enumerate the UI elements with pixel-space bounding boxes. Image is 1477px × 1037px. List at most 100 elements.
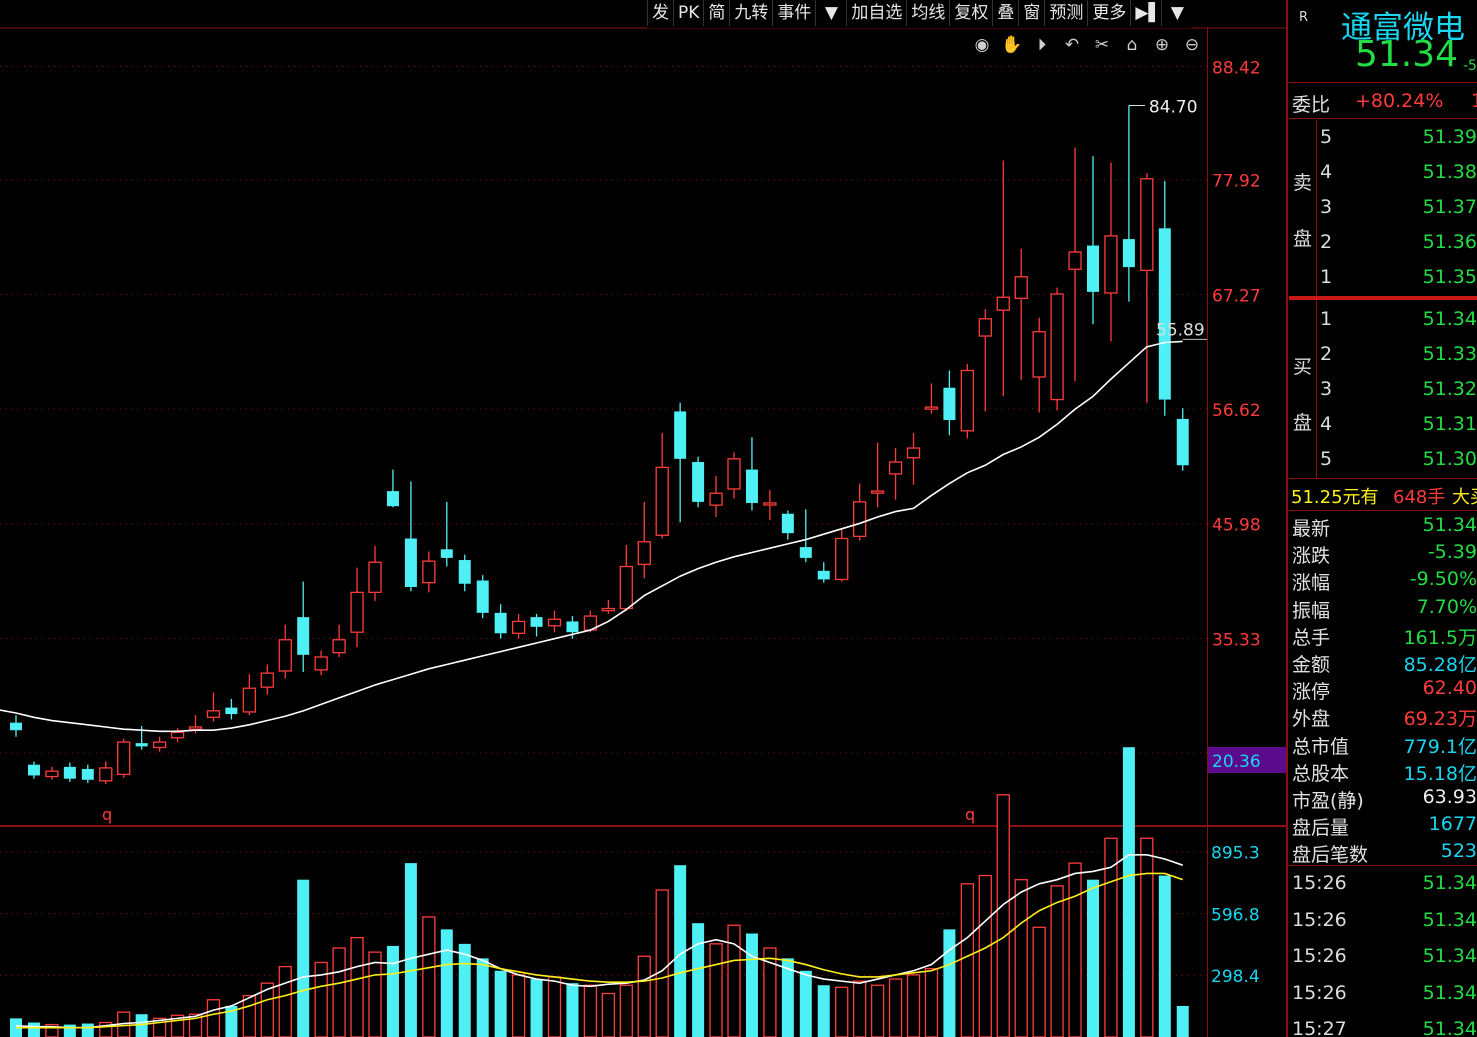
volume-bar	[511, 974, 526, 1037]
candle-body	[960, 369, 974, 432]
sell-level[interactable]: 2 51.36	[1289, 231, 1477, 257]
stat-value: 69.23万	[1403, 708, 1477, 731]
candle-body	[870, 490, 885, 494]
candle-body	[494, 612, 507, 634]
big-order-row: 51.25元有 648手 大买	[1289, 483, 1477, 509]
volume-bar	[1122, 747, 1135, 1037]
volume-bar	[422, 916, 436, 1037]
scissors-icon[interactable]: ✂	[1090, 33, 1114, 57]
volume-bar	[978, 874, 992, 1037]
candle-body	[835, 537, 849, 581]
lock-icon[interactable]: ⌂	[1120, 33, 1144, 57]
candle-body	[27, 764, 40, 776]
toolbar-more-button[interactable]: 更多	[1087, 0, 1130, 26]
candle-body	[332, 639, 346, 654]
volume-bar	[709, 943, 723, 1037]
volume-bar	[242, 994, 257, 1037]
candle-body	[10, 722, 22, 731]
buy-level[interactable]: 5 51.30	[1289, 448, 1477, 474]
tick-time: 15:26	[1292, 872, 1347, 894]
play-icon[interactable]: ⏵	[1030, 33, 1054, 57]
toolbar-overlay-button[interactable]: 叠	[992, 0, 1018, 26]
toolbar-forecast-button[interactable]: 预测	[1044, 0, 1087, 26]
candle-body	[943, 387, 956, 421]
volume-bar	[440, 929, 453, 1037]
buy-level[interactable]: 3 51.32	[1289, 378, 1477, 404]
big-order-volume: 648手	[1393, 487, 1446, 508]
eye-icon[interactable]: ◉	[970, 33, 994, 57]
candle-body	[297, 617, 310, 655]
stat-value: 62.40	[1422, 677, 1477, 700]
weibi-label: 委比	[1292, 94, 1331, 116]
volume-axis-label: 895.3	[1211, 844, 1260, 864]
stat-label: 外盘	[1292, 708, 1331, 731]
buy-level[interactable]: 1 51.34	[1289, 308, 1477, 334]
stat-label: 最新	[1292, 518, 1331, 540]
volume-bar	[655, 889, 669, 1037]
candle-body	[188, 726, 203, 730]
candle-body	[1087, 245, 1099, 292]
tick-time: 15:26	[1292, 981, 1347, 1004]
dropdown-arrow-icon[interactable]: ▼	[1161, 0, 1192, 26]
toolbar-pk-button[interactable]: PK	[673, 0, 703, 26]
candle-body	[978, 318, 992, 337]
tick-price: 51.34	[1422, 1018, 1477, 1037]
volume-bar	[206, 999, 221, 1037]
kline-chart[interactable]: 88.4277.9267.2756.6245.9835.3324.6820.36…	[0, 0, 1288, 1037]
sell-level[interactable]: 4 51.38	[1289, 161, 1477, 187]
candle-body	[888, 461, 903, 475]
badge-r: R	[1299, 10, 1309, 25]
hand-icon[interactable]: ✋	[1000, 33, 1024, 57]
sell-level[interactable]: 1 51.35	[1289, 266, 1477, 292]
toolbar-fa-button[interactable]: 发	[647, 0, 673, 26]
volume-bar	[81, 1023, 94, 1037]
candle-body	[1014, 276, 1028, 299]
stat-value: 7.70%	[1416, 595, 1477, 618]
volume-bar	[727, 924, 741, 1037]
sell-level[interactable]: 3 51.37	[1289, 196, 1477, 222]
current-price-marker: 20.36	[1212, 752, 1261, 772]
toolbar-simple-button[interactable]: 简	[703, 0, 729, 26]
candle-body	[45, 770, 59, 778]
tick-time: 15:26	[1292, 908, 1347, 931]
candle-body	[637, 541, 651, 566]
stat-label: 总手	[1292, 626, 1331, 649]
toolbar-adjust-button[interactable]: 复权	[949, 0, 992, 26]
buy-level[interactable]: 2 51.33	[1289, 343, 1477, 369]
toolbar-ma-button[interactable]: 均线	[906, 0, 949, 26]
undo-icon[interactable]: ↶	[1060, 33, 1084, 57]
volume-bar	[619, 984, 633, 1037]
chart-tools: ◉ ✋ ⏵ ↶ ✂ ⌂ ⊕ ⊖	[970, 33, 1204, 57]
tick-price: 51.34	[1422, 981, 1477, 1004]
candle-body	[242, 687, 257, 713]
toolbar-add-watchlist-button[interactable]: 加自选	[846, 0, 906, 26]
ma-value-label: 55.89	[1156, 320, 1205, 340]
tick-time: 15:26	[1292, 945, 1347, 967]
stat-row: 外盘 69.23万	[1289, 704, 1477, 730]
toolbar-window-button[interactable]: 窗	[1018, 0, 1044, 26]
candle-body	[727, 458, 741, 490]
candle-body	[817, 570, 830, 580]
candle-body	[225, 707, 238, 715]
book-divider	[1289, 296, 1477, 300]
dropdown-arrow-icon[interactable]: ▼	[815, 0, 846, 26]
volume-bar	[350, 936, 364, 1037]
stat-label: 总股本	[1292, 762, 1350, 785]
weibi-row: 委比 +80.24% 1	[1289, 90, 1477, 116]
volume-bar	[1158, 875, 1171, 1037]
toolbar-jiuzhuan-button[interactable]: 九转	[729, 0, 772, 26]
stat-label: 总市值	[1292, 735, 1350, 758]
toolbar-events-button[interactable]: 事件	[772, 0, 815, 26]
candle-body	[1158, 228, 1171, 400]
zoom-out-icon[interactable]: ⊖	[1180, 33, 1204, 57]
zoom-in-icon[interactable]: ⊕	[1150, 33, 1174, 57]
buy-level[interactable]: 4 51.31	[1289, 413, 1477, 439]
collapse-panel-icon[interactable]: ▶▌	[1130, 0, 1162, 26]
stat-value: 523	[1440, 840, 1477, 863]
candle-body	[99, 767, 113, 782]
sell-level[interactable]: 5 51.39	[1289, 126, 1477, 152]
tick-row: 15:27 51.34	[1289, 1018, 1477, 1037]
tick-row: 15:26 51.34	[1289, 945, 1477, 971]
candle-body	[511, 620, 526, 634]
candle-body	[619, 565, 633, 610]
